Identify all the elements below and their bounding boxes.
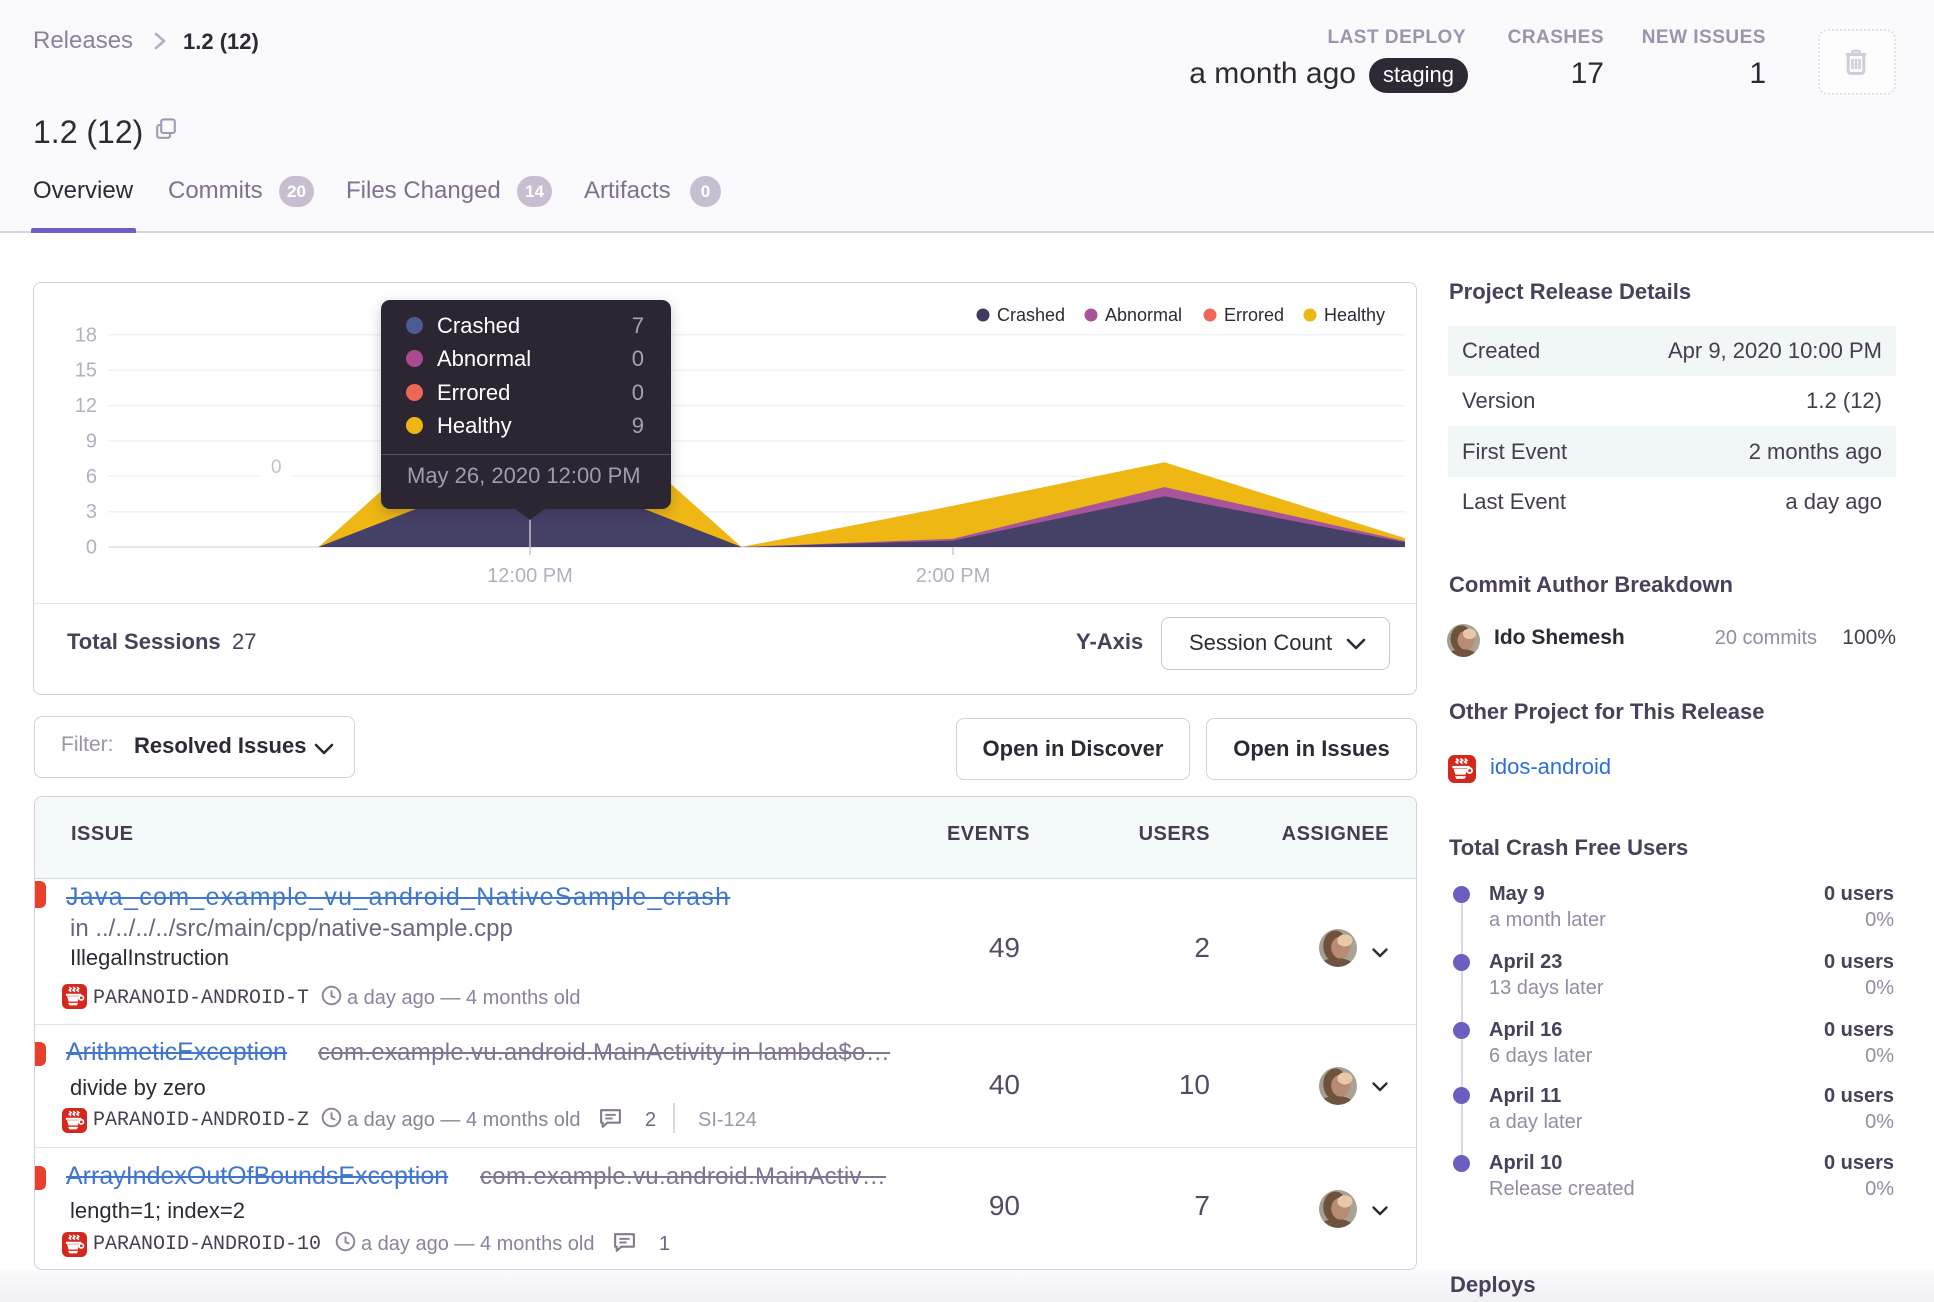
svg-text:0: 0 [271,457,282,478]
svg-text:9: 9 [86,430,97,452]
svg-text:12: 12 [75,395,97,417]
svg-text:Crashed: Crashed [997,305,1065,325]
svg-text:Errored: Errored [1224,305,1284,325]
svg-text:12:00 PM: 12:00 PM [487,565,573,587]
svg-text:Abnormal: Abnormal [1105,305,1182,325]
svg-text:6: 6 [86,466,97,488]
svg-text:0: 0 [86,537,97,559]
svg-text:15: 15 [75,360,97,382]
svg-text:3: 3 [86,501,97,523]
svg-text:2:00 PM: 2:00 PM [916,565,990,587]
svg-text:18: 18 [75,324,97,346]
svg-text:Healthy: Healthy [1324,305,1385,325]
